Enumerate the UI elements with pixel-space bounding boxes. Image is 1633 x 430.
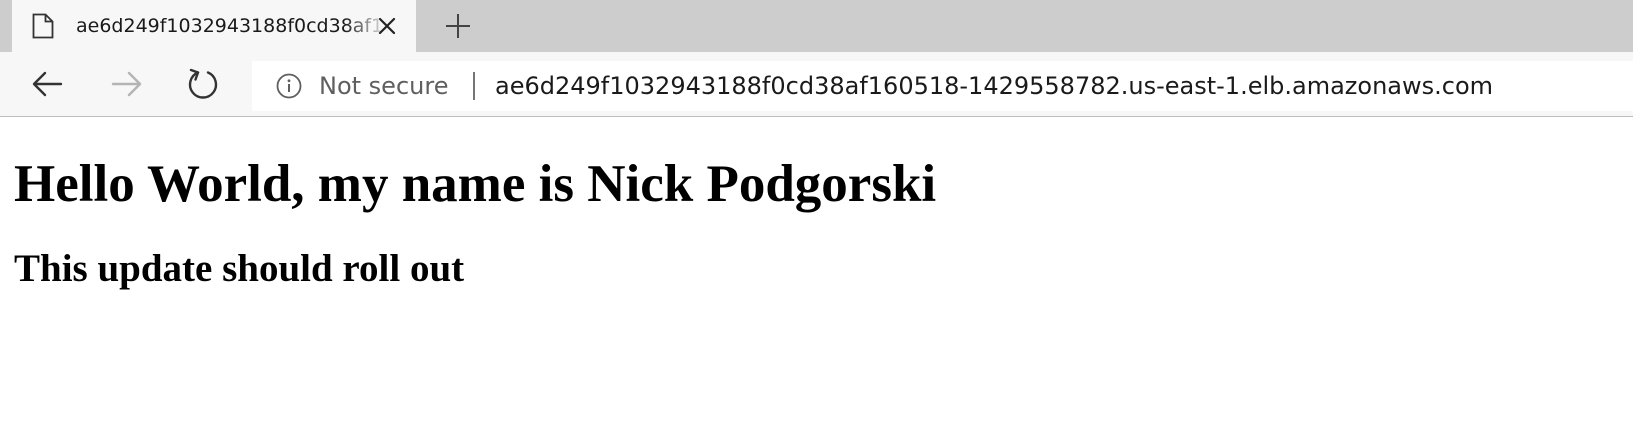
- address-bar[interactable]: Not secure ae6d249f1032943188f0cd38af160…: [252, 61, 1633, 111]
- security-status-text[interactable]: Not secure: [319, 71, 448, 101]
- arrow-right-icon[interactable]: [106, 64, 146, 104]
- browser-tab[interactable]: ae6d249f1032943188f0cd38af160518-1429558…: [12, 0, 416, 52]
- navigation-toolbar: Not secure ae6d249f1032943188f0cd38af160…: [0, 52, 1633, 117]
- refresh-icon[interactable]: [183, 64, 223, 104]
- page-content: Hello World, my name is Nick Podgorski T…: [0, 118, 1633, 430]
- plus-icon[interactable]: [444, 12, 472, 40]
- address-divider: [473, 72, 475, 100]
- info-icon[interactable]: [276, 73, 302, 99]
- page-subheading: This update should roll out: [14, 247, 465, 290]
- page-heading: Hello World, my name is Nick Podgorski: [14, 155, 937, 213]
- arrow-left-icon[interactable]: [28, 64, 68, 104]
- tab-title: ae6d249f1032943188f0cd38af160518-1429558…: [76, 15, 388, 37]
- page-icon: [32, 13, 54, 39]
- close-icon[interactable]: [376, 15, 398, 37]
- url-field[interactable]: ae6d249f1032943188f0cd38af160518-1429558…: [495, 71, 1493, 101]
- tab-strip: ae6d249f1032943188f0cd38af160518-1429558…: [0, 0, 1633, 52]
